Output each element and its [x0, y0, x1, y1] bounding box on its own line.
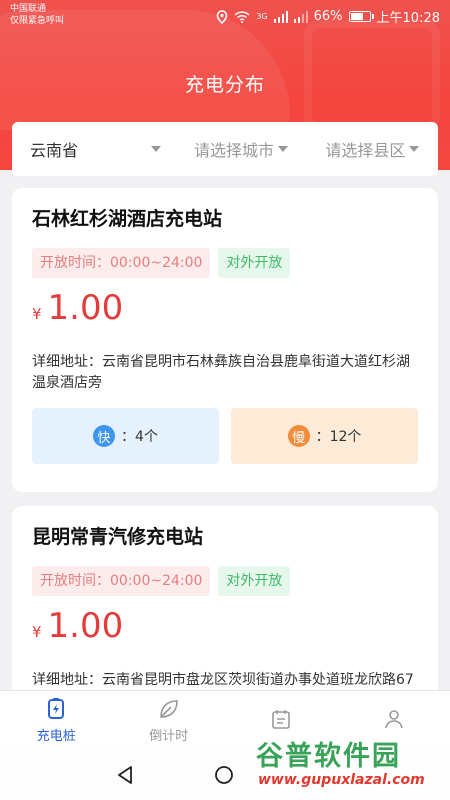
tab-label: 倒计时 [149, 729, 189, 744]
leaf-icon [159, 700, 178, 718]
clock: 上午10:28 [376, 11, 440, 26]
page-title: 充电分布 [184, 74, 265, 96]
station-name: 昆明常青汽修充电站 [32, 526, 204, 548]
slow-icon: 慢 [287, 425, 310, 447]
station-name: 石林红杉湖酒店充电站 [32, 208, 223, 230]
county-placeholder: 请选择县区 [325, 141, 406, 160]
status-bar: 中国联通 仅限紧急呼叫 3G 66% 上午10:28 [0, 0, 450, 32]
station-card[interactable]: 石林红杉湖酒店充电站 开放时间：00:00~24:00 对外开放 ¥ 1.00 … [12, 188, 438, 492]
price-value: 1.00 [47, 606, 124, 646]
status-icons: 3G 66% 上午10:28 [216, 7, 440, 26]
city-select[interactable]: 请选择城市 [175, 137, 306, 161]
price-value: 1.00 [47, 288, 124, 328]
fast-count-text: ：4个 [121, 429, 158, 445]
opening-hours-badge: 开放时间：00:00~24:00 [32, 248, 211, 278]
price: ¥ 1.00 [32, 606, 418, 656]
battery-percent: 66% [313, 9, 343, 24]
tab-charging-pile[interactable]: 充电桩 [0, 691, 113, 750]
slow-charger-count[interactable]: 慢 ：12个 [231, 408, 418, 464]
fast-icon: 快 [93, 425, 116, 447]
location-icon [217, 9, 228, 24]
signal-icon-2 [293, 10, 308, 23]
battery-icon [348, 11, 374, 22]
city-placeholder: 请选择城市 [193, 141, 274, 160]
station-tags: 开放时间：00:00~24:00 对外开放 [32, 248, 418, 278]
chevron-down-icon [151, 146, 162, 152]
network-type: 3G [256, 12, 268, 21]
county-select[interactable]: 请选择县区 [307, 137, 438, 161]
carrier-name: 中国联通 [10, 4, 47, 14]
station-list: 石林红杉湖酒店充电站 开放时间：00:00~24:00 对外开放 ¥ 1.00 … [12, 188, 438, 726]
home-icon[interactable] [214, 765, 234, 785]
currency-symbol: ¥ [32, 623, 42, 641]
region-filter: 云南省 请选择城市 请选择县区 [12, 122, 438, 176]
fast-charger-count[interactable]: 快 ：4个 [32, 408, 219, 464]
access-badge: 对外开放 [218, 566, 291, 596]
station-address: 详细地址：云南省昆明市石林彝族自治县鹿阜街道大道红杉湖温泉酒店旁 [32, 354, 410, 391]
wifi-icon [234, 10, 250, 23]
chevron-down-icon [409, 146, 420, 152]
watermark-url: www.gupuxlazal.com [258, 772, 425, 788]
chevron-down-icon [278, 146, 288, 152]
watermark: 谷普软件园 www.gupuxlazal.com [248, 734, 448, 796]
currency-symbol: ¥ [32, 305, 42, 323]
carrier-info: 中国联通 仅限紧急呼叫 [10, 3, 64, 27]
access-badge: 对外开放 [218, 248, 291, 278]
opening-hours-badge: 开放时间：00:00~24:00 [32, 566, 211, 596]
tab-label: 充电桩 [36, 729, 76, 744]
slow-count-text: ：12个 [315, 429, 362, 445]
carrier-sub: 仅限紧急呼叫 [10, 16, 65, 26]
province-select[interactable]: 云南省 [12, 137, 175, 161]
tab-countdown[interactable]: 倒计时 [113, 691, 226, 750]
watermark-brand: 谷普软件园 [256, 741, 401, 772]
province-value: 云南省 [30, 141, 79, 160]
station-tags: 开放时间：00:00~24:00 对外开放 [32, 566, 418, 596]
station-card[interactable]: 昆明常青汽修充电站 开放时间：00:00~24:00 对外开放 ¥ 1.00 详… [12, 506, 438, 712]
charger-counts: 快 ：4个 慢 ：12个 [32, 408, 418, 492]
calendar-icon [272, 709, 291, 729]
back-icon[interactable] [115, 765, 135, 785]
charging-pile-icon [48, 698, 65, 719]
price: ¥ 1.00 [32, 288, 418, 338]
signal-icon [273, 10, 288, 23]
user-icon [384, 709, 403, 728]
